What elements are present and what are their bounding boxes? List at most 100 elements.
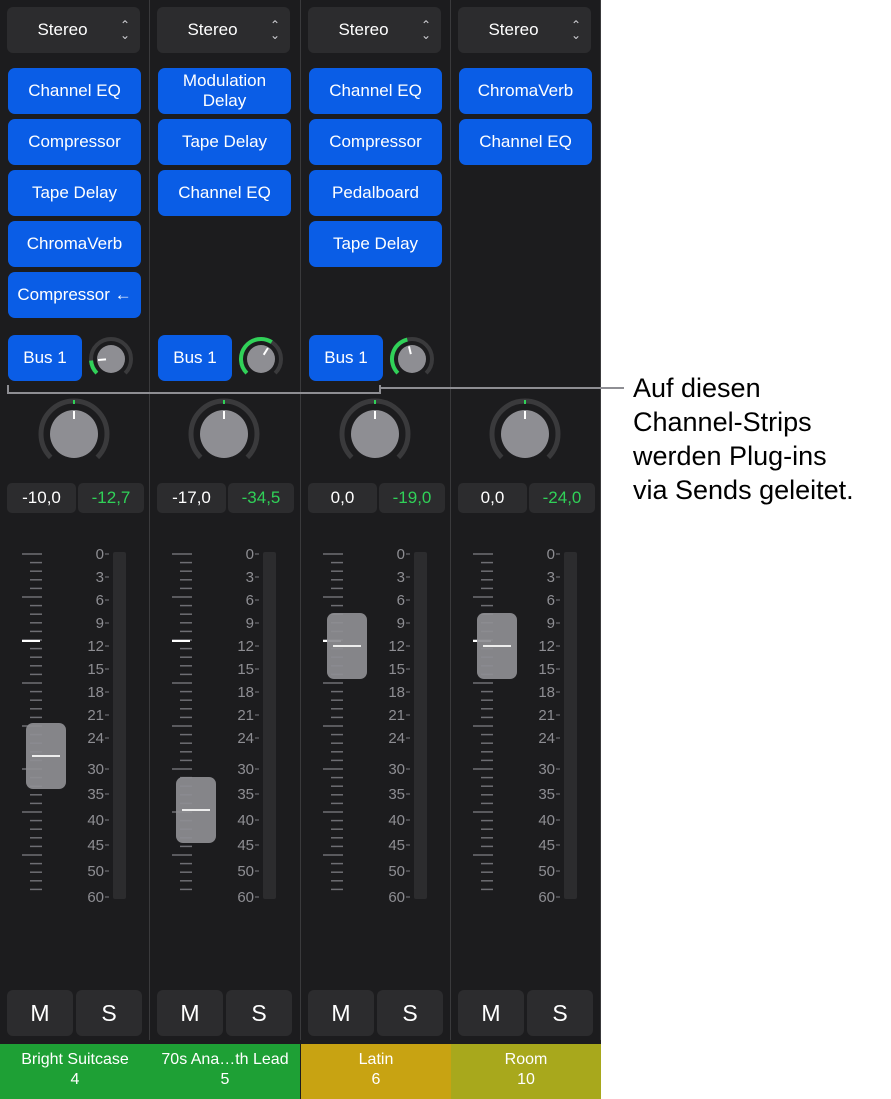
scale-label: 0 xyxy=(246,546,254,563)
scale-label: 6 xyxy=(246,592,254,609)
scale-label: 18 xyxy=(237,684,254,701)
solo-button[interactable]: S xyxy=(76,990,142,1036)
scale-label: 18 xyxy=(538,684,555,701)
scale-label: 3 xyxy=(397,569,405,586)
channel-strip: Stereo ⌃ ⌄ Modulation Delay Tape Delay Channe… xyxy=(150,0,300,1099)
scale-label: 3 xyxy=(246,569,254,586)
scale-label: 12 xyxy=(388,638,405,655)
scale-label: 60 xyxy=(538,889,555,906)
channel-strip: Stereo ⌃ ⌄ Channel EQ Compressor Pedalboard Ta… xyxy=(301,0,451,1099)
track-name-bar[interactable]: 70s Ana…th Lead 5 xyxy=(150,1044,300,1099)
strip-divider xyxy=(149,0,150,1040)
channel-strip: Stereo ⌃ ⌄ ChromaVerb Channel EQ 0,0 -24,0 0 3 6 9… xyxy=(451,0,601,1099)
level-meter xyxy=(113,552,126,899)
level-meter xyxy=(414,552,427,899)
scale-label: 40 xyxy=(87,812,104,829)
scale-label: 24 xyxy=(538,730,555,747)
scale-label: 24 xyxy=(237,730,254,747)
mute-button[interactable]: M xyxy=(308,990,374,1036)
scale-label: 60 xyxy=(87,889,104,906)
scale-label: 9 xyxy=(246,615,254,632)
scale-label: 60 xyxy=(237,889,254,906)
track-name-bar[interactable]: Bright Suitcase 4 xyxy=(0,1044,150,1099)
mute-button[interactable]: M xyxy=(458,990,524,1036)
fader-scale: 0 3 6 9 12 15 18 21 24 30 35 40 45 50 60 xyxy=(473,546,560,906)
scale-label: 12 xyxy=(237,638,254,655)
scale-label: 6 xyxy=(96,592,104,609)
track-number: 10 xyxy=(517,1071,535,1088)
mute-button[interactable]: M xyxy=(7,990,73,1036)
scale-label: 0 xyxy=(96,546,104,563)
scale-label: 45 xyxy=(538,837,555,854)
scale-label: 15 xyxy=(237,661,254,678)
track-number: 6 xyxy=(371,1071,381,1088)
fader-scale: 0 3 6 9 12 15 18 21 24 30 35 40 45 50 60 xyxy=(172,546,259,906)
mixer-panel: Stereo ⌃ ⌄ Channel EQ Compressor Tape Delay Ch… xyxy=(0,0,601,1099)
solo-button[interactable]: S xyxy=(377,990,443,1036)
volume-fader[interactable] xyxy=(477,613,517,679)
scale-label: 12 xyxy=(538,638,555,655)
scale-label: 35 xyxy=(388,786,405,803)
volume-fader[interactable] xyxy=(26,723,66,790)
scale-label: 50 xyxy=(538,863,555,880)
strip-divider xyxy=(450,0,451,1040)
scale-label: 45 xyxy=(87,837,104,854)
scale-label: 18 xyxy=(87,684,104,701)
scale-label: 35 xyxy=(538,786,555,803)
scale-label: 50 xyxy=(388,863,405,880)
level-meter xyxy=(263,552,276,899)
volume-fader[interactable] xyxy=(176,776,216,843)
scale-label: 21 xyxy=(538,707,555,724)
scale-label: 24 xyxy=(87,730,104,747)
scale-label: 24 xyxy=(388,730,405,747)
scale-label: 30 xyxy=(538,761,555,778)
scale-label: 12 xyxy=(87,638,104,655)
mute-button[interactable]: M xyxy=(157,990,223,1036)
scale-label: 60 xyxy=(388,889,405,906)
scale-label: 30 xyxy=(87,761,104,778)
scale-label: 21 xyxy=(237,707,254,724)
callout-line: via Sends geleitet. xyxy=(633,475,854,505)
track-name: Latin xyxy=(358,1051,394,1068)
scale-label: 18 xyxy=(388,684,405,701)
scale-label: 9 xyxy=(397,615,405,632)
scale-label: 50 xyxy=(87,863,104,880)
scale-label: 40 xyxy=(237,812,254,829)
scale-label: 9 xyxy=(547,615,555,632)
track-name: Room xyxy=(504,1051,548,1068)
track-name: 70s Ana…th Lead xyxy=(161,1051,289,1068)
track-number: 4 xyxy=(70,1071,80,1088)
scale-label: 15 xyxy=(538,661,555,678)
scale-label: 3 xyxy=(547,569,555,586)
callout-line: werden Plug-ins xyxy=(633,441,827,471)
scale-label: 30 xyxy=(388,761,405,778)
scale-label: 0 xyxy=(397,546,405,563)
track-name-bar[interactable]: Room 10 xyxy=(451,1044,601,1099)
scale-label: 40 xyxy=(538,812,555,829)
callout-text: Auf diesen Channel-Strips werden Plug-in… xyxy=(633,371,888,507)
scale-label: 45 xyxy=(388,837,405,854)
track-name-bar[interactable]: Latin 6 xyxy=(301,1044,451,1099)
scale-label: 35 xyxy=(237,786,254,803)
scale-label: 0 xyxy=(547,546,555,563)
channel-strip: Stereo ⌃ ⌄ Channel EQ Compressor Tape Delay Ch… xyxy=(0,0,150,1099)
scale-label: 6 xyxy=(397,592,405,609)
fader-scale: 0 3 6 9 12 15 18 21 24 30 35 40 45 50 60 xyxy=(22,546,109,906)
scale-label: 35 xyxy=(87,786,104,803)
solo-button[interactable]: S xyxy=(527,990,593,1036)
solo-button[interactable]: S xyxy=(226,990,292,1036)
scale-label: 9 xyxy=(96,615,104,632)
scale-label: 30 xyxy=(237,761,254,778)
volume-fader[interactable] xyxy=(327,613,367,679)
fader-scale: 0 3 6 9 12 15 18 21 24 30 35 40 45 50 60 xyxy=(323,546,410,906)
scale-label: 21 xyxy=(87,707,104,724)
strip-divider xyxy=(300,0,301,1040)
track-name: Bright Suitcase xyxy=(21,1051,129,1068)
scale-label: 15 xyxy=(388,661,405,678)
scale-label: 3 xyxy=(96,569,104,586)
scale-label: 50 xyxy=(237,863,254,880)
scale-label: 40 xyxy=(388,812,405,829)
scale-label: 45 xyxy=(237,837,254,854)
scale-label: 6 xyxy=(547,592,555,609)
track-number: 5 xyxy=(220,1071,230,1088)
